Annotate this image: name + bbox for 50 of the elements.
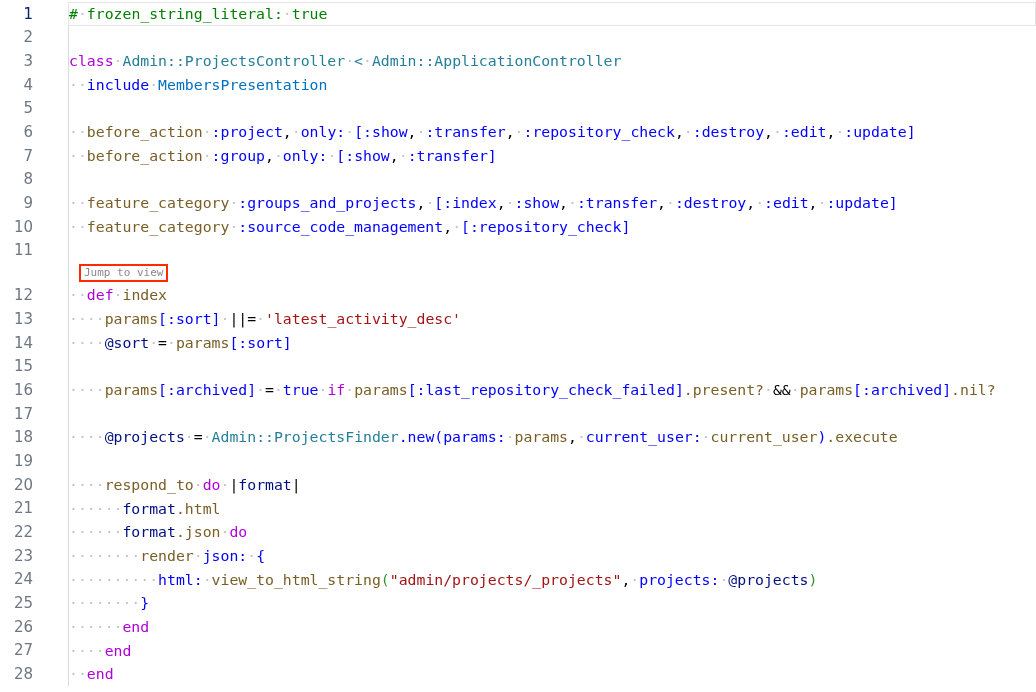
line-number: 11	[12, 240, 33, 262]
code-line: ··feature_category·:source_code_management,·[:repository_check]	[69, 216, 631, 238]
line-number: 10	[12, 216, 33, 238]
line-number: 3	[22, 50, 33, 72]
line-number: 12	[12, 285, 33, 307]
code-line: ······format.json·do	[69, 522, 248, 543]
line-number: 28	[12, 664, 33, 686]
code-line: ········}	[69, 593, 150, 614]
line-number: 16	[12, 379, 33, 401]
code-line: ····params[:archived]·=·true·if·params[:last_repository_check_failed].present?·&&·params[:archived].nil?	[69, 380, 996, 401]
line-number: 15	[12, 356, 33, 378]
code-line: ··def·index	[69, 285, 168, 306]
line-number: 1	[22, 3, 33, 25]
code-line: ··before_action·:group,·only:·[:show,·:transfer]	[69, 145, 497, 167]
line-number: 5	[22, 98, 33, 120]
code-line: ······end	[69, 616, 150, 637]
line-number: 2	[22, 27, 33, 49]
code-line: ····end	[69, 640, 132, 661]
line-number: 21	[12, 498, 33, 520]
line-number: 9	[22, 193, 33, 215]
line-number: 26	[12, 616, 33, 638]
line-number: 25	[12, 593, 33, 615]
line-number: 19	[12, 450, 33, 472]
line-number: 17	[12, 403, 33, 425]
line-number: 22	[12, 522, 33, 544]
code-line: ······format.html	[69, 498, 221, 519]
line-number: 6	[22, 122, 33, 144]
line-number: 7	[22, 145, 33, 167]
line-number: 20	[12, 474, 33, 496]
code-line: ····@sort·=·params[:sort]	[69, 332, 292, 353]
line-number: 24	[12, 569, 33, 591]
code-line: ··········html:·view_to_html_string("admin/projects/_projects",·projects:·@projects)	[69, 569, 818, 591]
line-number: 23	[12, 545, 33, 567]
code-line: ····respond_to·do·|format|	[69, 474, 301, 496]
line-number: 18	[12, 427, 33, 449]
code-line: ··end	[69, 664, 114, 685]
code-line: ········render·json:·{	[69, 545, 266, 566]
line-number: 14	[12, 332, 33, 354]
code-line: ··include·MembersPresentation	[69, 74, 328, 95]
line-number: 13	[12, 308, 33, 330]
jump-to-view-link[interactable]: Jump to view	[79, 264, 169, 283]
code-line: ····params[:sort]·||=·'latest_activity_desc'	[69, 309, 462, 330]
code-line: #·frozen_string_literal:·true	[69, 3, 328, 25]
code-line: ··before_action·:project,·only:·[:show,·:transfer,·:repository_check,·:destroy,·:edit,·:update]	[69, 122, 916, 143]
code-line: class·Admin::ProjectsController·<·Admin::ApplicationController	[69, 51, 622, 72]
line-number: 27	[12, 640, 33, 662]
line-number: 8	[22, 169, 33, 191]
code-line: ····@projects·=·Admin::ProjectsFinder.new(params:·params,·current_user:·current_user).execute	[69, 427, 898, 448]
code-line: ··feature_category·:groups_and_projects,·[:index,·:show,·:transfer,·:destroy,·:edit,·:update]	[69, 193, 898, 214]
line-number: 4	[22, 74, 33, 96]
